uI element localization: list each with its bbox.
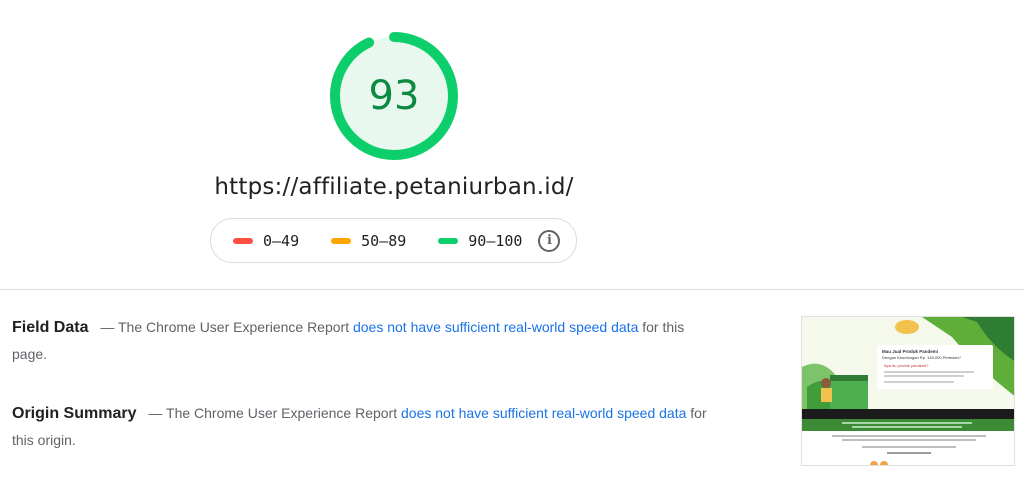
legend-item-pass: 90–100 bbox=[438, 232, 522, 250]
legend-pass-label: 90–100 bbox=[468, 231, 523, 250]
info-icon[interactable]: i bbox=[538, 229, 561, 252]
legend-average-label: 50–89 bbox=[361, 231, 407, 250]
origin-summary-link[interactable]: does not have sufficient real-world spee… bbox=[401, 405, 686, 421]
legend-item-average: 50–89 bbox=[331, 232, 406, 250]
field-data-heading: Field Data bbox=[12, 319, 89, 336]
origin-summary-heading: Origin Summary bbox=[12, 405, 137, 422]
thumbnail-title-line2: Dengan Keuntungan Rp. 145.000 Perbulan? bbox=[882, 355, 962, 360]
thumbnail-subtitle: Apa itu produk pandemi? bbox=[884, 363, 929, 368]
origin-summary-text: — The Chrome User Experience Report bbox=[148, 405, 401, 421]
score-summary: 93 https://affiliate.petaniurban.id/ 0–4… bbox=[0, 0, 1024, 290]
legend-fail-label: 0–49 bbox=[263, 231, 300, 250]
page-screenshot-thumbnail[interactable]: Mau Jual Produk Pandemi Dengan Keuntunga… bbox=[801, 316, 1015, 466]
score-legend: 0–49 50–89 90–100 i bbox=[210, 218, 577, 263]
legend-fail-swatch bbox=[233, 237, 253, 244]
thumbnail-title-line1: Mau Jual Produk Pandemi bbox=[882, 349, 938, 354]
section-divider bbox=[0, 289, 1024, 290]
performance-score-gauge: 93 bbox=[324, 26, 464, 166]
legend-pass-swatch bbox=[438, 237, 459, 244]
legend-average-swatch bbox=[331, 237, 352, 244]
tested-url: https://affiliate.petaniurban.id/ bbox=[214, 174, 574, 200]
field-data-section: Field Data — The Chrome User Experience … bbox=[12, 314, 712, 367]
field-data-text: — The Chrome User Experience Report bbox=[100, 319, 353, 335]
origin-summary-section: Origin Summary — The Chrome User Experie… bbox=[12, 400, 712, 453]
performance-score-value: 93 bbox=[368, 73, 420, 119]
legend-item-fail: 0–49 bbox=[233, 232, 299, 250]
field-data-link[interactable]: does not have sufficient real-world spee… bbox=[353, 319, 638, 335]
thumbnail-image: Mau Jual Produk Pandemi Dengan Keuntunga… bbox=[802, 317, 1014, 465]
